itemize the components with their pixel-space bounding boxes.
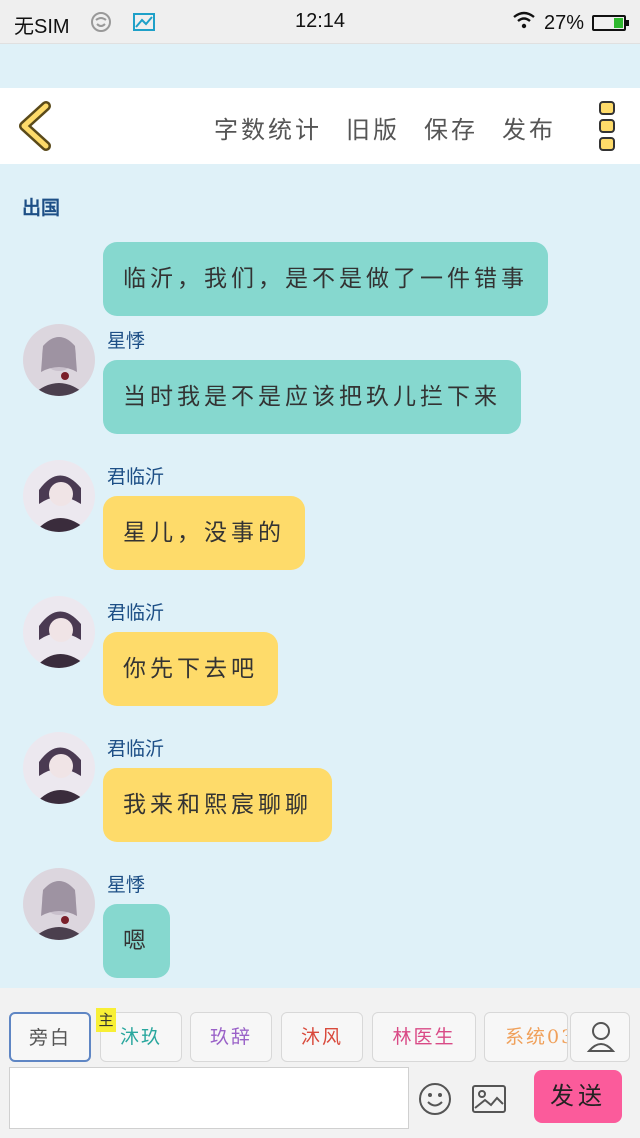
role-jiuci-button[interactable]: 玖辞: [190, 1012, 272, 1062]
save-button[interactable]: 保存: [424, 110, 478, 145]
message-bubble[interactable]: 当时我是不是应该把玖儿拦下来: [103, 360, 521, 434]
role-label: 玖辞: [209, 1026, 252, 1048]
battery-icon: [592, 15, 629, 31]
message-input[interactable]: [9, 1067, 409, 1129]
smiley-icon: [419, 1083, 451, 1115]
message-bubble[interactable]: 嗯: [103, 904, 170, 978]
sender-name: 君临沂: [107, 738, 165, 760]
chevron-left-icon: [19, 101, 51, 151]
message-bubble[interactable]: 星儿，没事的: [103, 496, 305, 570]
role-mufeng-button[interactable]: 沐风: [281, 1012, 363, 1062]
role-narrator-button[interactable]: 旁白: [9, 1012, 91, 1062]
publish-button[interactable]: 发布: [502, 110, 556, 145]
avatar[interactable]: [23, 324, 95, 396]
more-vertical-icon: [599, 101, 615, 151]
role-system03-button[interactable]: 系统03: [484, 1012, 568, 1062]
avatar[interactable]: [23, 868, 95, 940]
status-bar: 无SIM 12:14 27%: [0, 0, 640, 44]
old-version-button[interactable]: 旧版: [346, 110, 400, 145]
avatar[interactable]: [23, 460, 95, 532]
person-icon: [586, 1022, 616, 1052]
message-bubble[interactable]: 你先下去吧: [103, 632, 278, 706]
avatar[interactable]: [23, 732, 95, 804]
chat-title: 出国: [22, 197, 61, 219]
word-count-button[interactable]: 字数统计: [214, 110, 322, 145]
image-icon: [472, 1085, 506, 1113]
send-button[interactable]: 发送: [534, 1070, 622, 1123]
avatar[interactable]: [23, 596, 95, 668]
role-label: 林医生: [392, 1026, 456, 1048]
editor-toolbar: 字数统计 旧版 保存 发布: [0, 88, 640, 164]
message-bubble[interactable]: 我来和熙宸聊聊: [103, 768, 332, 842]
role-manage-button[interactable]: [570, 1012, 630, 1062]
role-doctor-lin-button[interactable]: 林医生: [372, 1012, 476, 1062]
role-label: 旁白: [28, 1027, 71, 1049]
role-label: 沐玖: [119, 1026, 162, 1048]
role-label: 系统03: [505, 1026, 567, 1048]
emoji-button[interactable]: [418, 1082, 452, 1116]
wifi-icon: [512, 10, 536, 36]
main-role-badge: 主: [96, 1008, 116, 1032]
sender-name: 君临沂: [107, 602, 165, 624]
battery-percent: 27%: [543, 11, 584, 34]
back-button[interactable]: [10, 100, 60, 152]
composer-panel: 旁白 沐玖 主 玖辞 沐风 林医生 系统03 发送: [0, 988, 640, 1138]
sender-name: 君临沂: [107, 466, 165, 488]
sender-name: 星悸: [107, 330, 146, 352]
message-bubble[interactable]: 临沂，我们，是不是做了一件错事: [103, 242, 548, 316]
role-label: 沐风: [300, 1026, 343, 1048]
more-menu-button[interactable]: [598, 100, 616, 152]
message-list[interactable]: 临沂，我们，是不是做了一件错事 星悸 当时我是不是应该把玖儿拦下来 君临沂 星儿…: [0, 242, 640, 988]
sender-name: 星悸: [107, 874, 146, 896]
image-button[interactable]: [471, 1084, 507, 1114]
